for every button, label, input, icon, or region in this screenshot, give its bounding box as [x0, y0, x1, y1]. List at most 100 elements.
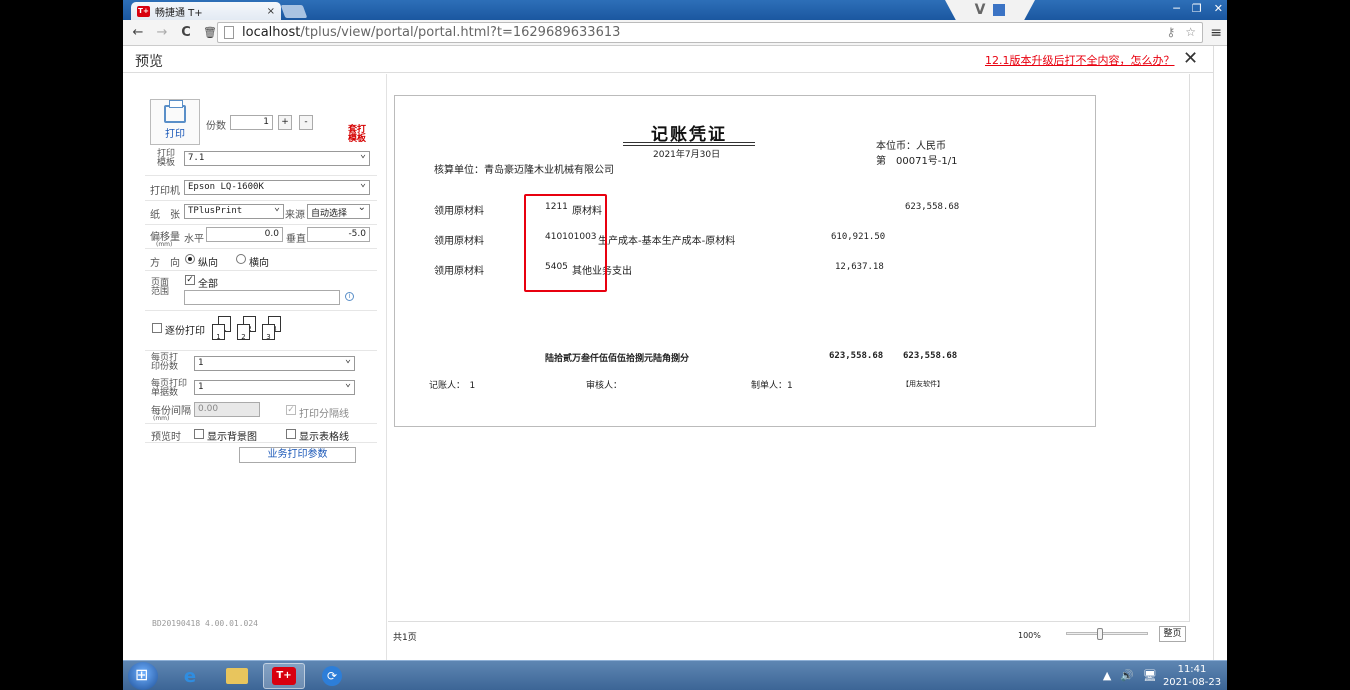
- landscape-radio[interactable]: [236, 254, 246, 264]
- v-logo-icon: V: [974, 2, 986, 18]
- restore-icon[interactable]: ❐: [1192, 2, 1202, 15]
- address-bar[interactable]: localhost/tplus/view/portal/portal.html?…: [217, 22, 1203, 43]
- taskbar: e T+ ⟳ ▲ 🔊 🖥 11:41 2021-08-23: [123, 660, 1227, 690]
- volume-icon[interactable]: 🔊: [1120, 669, 1134, 682]
- divider: [145, 224, 377, 225]
- per-page-copies-label: 每页打印份数: [151, 353, 179, 372]
- menu-icon[interactable]: ≡: [1210, 25, 1222, 41]
- printer-select[interactable]: Epson LQ-1600K: [184, 178, 370, 195]
- vertical-label: 垂直: [286, 234, 306, 245]
- window-controls: ─ ❐ ✕: [1173, 2, 1223, 15]
- total-credit: 623,558.68: [903, 351, 958, 361]
- back-arrow-icon[interactable]: ←: [131, 25, 145, 40]
- copies-input[interactable]: 1: [230, 115, 273, 130]
- title-underline: [623, 145, 755, 146]
- minimize-icon[interactable]: ─: [1173, 2, 1180, 15]
- paper-label: 纸 张: [150, 210, 180, 221]
- source-label: 来源: [285, 210, 305, 221]
- forward-arrow-icon[interactable]: →: [155, 25, 169, 40]
- network-icon[interactable]: 🖥: [1143, 669, 1157, 682]
- horizontal-label: 水平: [184, 234, 204, 245]
- start-button[interactable]: [128, 662, 158, 690]
- copy-by-copy-label: 逐份打印: [165, 326, 205, 337]
- page-range-input[interactable]: [184, 290, 340, 305]
- browser-window: T+ 畅捷通 T+ × V ─ ❐ ✕ ← → C 🗑 localhost/tp…: [123, 0, 1227, 660]
- voucher-currency: 本位币：人民币: [876, 141, 946, 152]
- clock-date: 2021-08-23: [1162, 677, 1222, 688]
- show-background-checkbox[interactable]: [194, 429, 204, 439]
- per-page-docs-select[interactable]: 1: [194, 378, 355, 395]
- template-label: 打印模板: [157, 149, 176, 168]
- printer-label: 打印机: [150, 186, 180, 197]
- preview-header: 预览 12.1版本升级后打不全内容，怎么办？ ✕: [123, 46, 1213, 73]
- per-page-copies-select[interactable]: 1: [194, 354, 355, 371]
- browser-tab[interactable]: T+ 畅捷通 T+ ×: [131, 2, 281, 20]
- horizontal-offset-input[interactable]: 0.0: [206, 227, 283, 242]
- app-icon: ⟳: [322, 666, 342, 686]
- key-icon[interactable]: ⚷: [1166, 25, 1175, 39]
- brand-mark: 【用友软件】: [902, 380, 944, 388]
- system-tray: ▲ 🔊 🖥: [1103, 669, 1157, 682]
- all-pages-checkbox[interactable]: ✓: [185, 275, 195, 285]
- tab-close-icon[interactable]: ×: [267, 6, 275, 17]
- tab-strip: T+ 畅捷通 T+ × V ─ ❐ ✕: [123, 0, 1227, 20]
- trash-icon[interactable]: 🗑: [203, 26, 217, 39]
- preview-mode-label: 预览时: [151, 432, 181, 443]
- info-icon[interactable]: i: [345, 292, 354, 301]
- reload-icon[interactable]: C: [179, 25, 193, 40]
- upgrade-help-link[interactable]: 12.1版本升级后打不全内容，怎么办？: [985, 52, 1175, 68]
- taskbar-app[interactable]: ⟳: [311, 663, 353, 689]
- printer-icon: [164, 100, 186, 123]
- clock[interactable]: 11:41 2021-08-23: [1162, 663, 1222, 689]
- zoom-slider-thumb[interactable]: [1097, 628, 1103, 640]
- row-account-name: 生产成本-基本生产成本-原材料: [598, 236, 736, 247]
- taskbar-explorer[interactable]: [216, 663, 258, 689]
- portrait-label: 纵向: [198, 258, 218, 269]
- bookkeeper: 记账人： 1: [429, 381, 476, 391]
- row-credit: 623,558.68: [905, 202, 960, 212]
- clock-time: 11:41: [1177, 664, 1207, 675]
- zoom-level: 100%: [1018, 631, 1041, 640]
- template-select[interactable]: 7.1: [184, 149, 370, 166]
- preview-close-icon[interactable]: ✕: [1183, 48, 1198, 69]
- close-window-icon[interactable]: ✕: [1214, 2, 1223, 15]
- tplus-icon: T+: [272, 667, 296, 685]
- copies-plus-button[interactable]: +: [278, 115, 292, 130]
- row-summary: 领用原材料: [434, 266, 484, 277]
- zoom-slider[interactable]: [1066, 628, 1148, 640]
- qr-icon: [993, 4, 1006, 16]
- direction-label: 方 向: [150, 258, 180, 269]
- title-underline: [623, 142, 755, 143]
- vertical-offset-input[interactable]: -5.0: [307, 227, 370, 242]
- preview-title: 预览: [135, 54, 163, 70]
- tray-expand-icon[interactable]: ▲: [1103, 669, 1111, 682]
- extension-badge[interactable]: V: [945, 0, 1035, 20]
- separator-checkbox[interactable]: ✓: [286, 405, 296, 415]
- accounting-unit: 核算单位：青岛豪迈隆木业机械有限公司: [434, 165, 614, 176]
- source-select[interactable]: 自动选择: [307, 202, 370, 219]
- new-tab-button[interactable]: [280, 5, 308, 18]
- taskbar-tplus[interactable]: T+: [263, 663, 305, 689]
- paper-select[interactable]: TPlusPrint: [184, 202, 284, 219]
- business-print-params-button[interactable]: 业务打印参数: [239, 447, 356, 463]
- side-strip: [1213, 46, 1227, 660]
- portrait-radio[interactable]: [185, 254, 195, 264]
- copy-by-copy-checkbox[interactable]: [152, 323, 162, 333]
- show-grid-checkbox[interactable]: [286, 429, 296, 439]
- fit-page-button[interactable]: 整页: [1159, 626, 1186, 642]
- divider: [145, 270, 377, 271]
- total-pages: 共1页: [393, 633, 417, 643]
- taskbar-ie[interactable]: e: [169, 663, 211, 689]
- star-icon[interactable]: ☆: [1185, 25, 1196, 39]
- print-button[interactable]: 打印: [150, 99, 200, 145]
- divider: [145, 310, 377, 311]
- custom-template-link[interactable]: 套打模板: [348, 126, 368, 144]
- separator-label: 打印分隔线: [299, 409, 349, 420]
- gap-input[interactable]: 0.00: [194, 402, 260, 417]
- all-pages-label: 全部: [198, 279, 218, 290]
- voucher-page: 记账凭证 2021年7月30日 本位币：人民币 第 00071号-1/1 核算单…: [394, 95, 1096, 427]
- copies-minus-button[interactable]: -: [299, 115, 313, 130]
- divider: [145, 248, 377, 249]
- page-range-label: 页面范围: [151, 278, 170, 297]
- tplus-logo-icon: T+: [137, 5, 150, 17]
